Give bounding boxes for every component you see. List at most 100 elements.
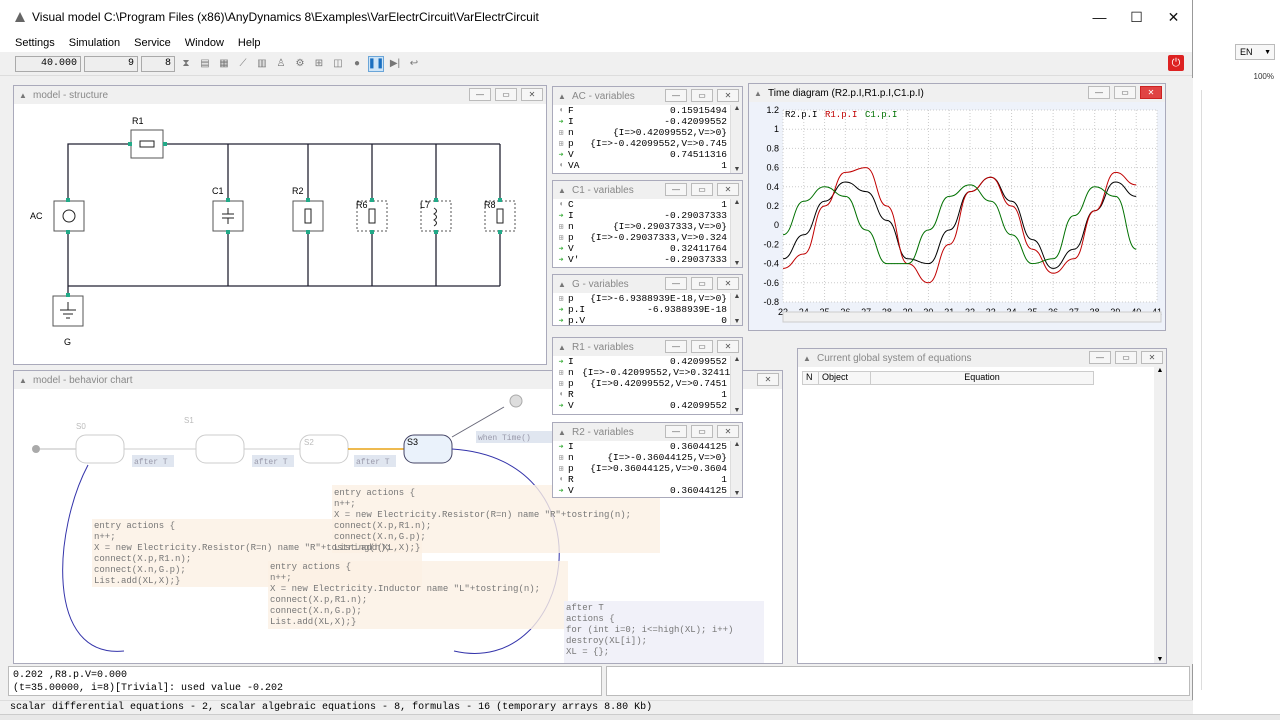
slider-icon[interactable]: ⊞: [311, 56, 327, 72]
var-close-button[interactable]: ✕: [717, 89, 739, 102]
reset-icon[interactable]: ↩: [406, 56, 422, 72]
col-equation[interactable]: Equation: [871, 372, 1093, 384]
structure-close-button[interactable]: ✕: [521, 88, 543, 101]
ac-component[interactable]: [53, 198, 85, 234]
variable-row[interactable]: ⊞ n {I=>0.42099552,V=>0}: [553, 127, 730, 138]
var-maximize-button[interactable]: ▭: [691, 340, 713, 353]
minimize-button[interactable]: —: [1081, 0, 1118, 34]
var-minimize-button[interactable]: —: [665, 425, 687, 438]
variable-row[interactable]: ⊞ p {I=>-6.9388939E-18,V=>0}: [553, 293, 730, 304]
variable-row[interactable]: ➜ p.I -6.9388939E-18: [553, 304, 730, 315]
iter-field[interactable]: 8: [141, 55, 175, 72]
expand-icon[interactable]: ⊞: [556, 139, 566, 149]
pause-icon[interactable]: ❚❚: [368, 55, 384, 72]
r2-component[interactable]: [292, 198, 324, 234]
variable-row[interactable]: ➜ p.V 0: [553, 315, 730, 325]
var-close-button[interactable]: ✕: [717, 425, 739, 438]
var-maximize-button[interactable]: ▭: [691, 425, 713, 438]
variable-row[interactable]: ➜ V' -0.29037333: [553, 254, 730, 265]
eq-close-button[interactable]: ✕: [1141, 351, 1163, 364]
state-s1[interactable]: [195, 434, 245, 464]
view-icon[interactable]: ◫: [330, 56, 346, 72]
variable-row[interactable]: ⊞ p {I=>0.36044125,V=>0.3604: [553, 463, 730, 474]
eq-maximize-button[interactable]: ▭: [1115, 351, 1137, 364]
menu-simulation[interactable]: Simulation: [62, 37, 127, 49]
menu-window[interactable]: Window: [178, 37, 231, 49]
var-minimize-button[interactable]: —: [665, 340, 687, 353]
variable-row[interactable]: ◖ C 1: [553, 199, 730, 210]
variable-row[interactable]: ➜ V 0.42099552: [553, 400, 730, 411]
expand-icon[interactable]: ⊞: [556, 294, 566, 304]
variable-row[interactable]: ⊞ p {I=>-0.29037333,V=>0.324: [553, 232, 730, 243]
time-field[interactable]: 40.000: [15, 55, 81, 72]
eq-minimize-button[interactable]: —: [1089, 351, 1111, 364]
variable-row[interactable]: ◖ R 1: [553, 474, 730, 485]
structure-maximize-button[interactable]: ▭: [495, 88, 517, 101]
structure-minimize-button[interactable]: —: [469, 88, 491, 101]
expand-icon[interactable]: ⊞: [556, 222, 566, 232]
time-maximize-button[interactable]: ▭: [1114, 86, 1136, 99]
variable-row[interactable]: ➜ I -0.29037333: [553, 210, 730, 221]
expand-icon[interactable]: ⊞: [556, 379, 566, 389]
person-icon[interactable]: ♙: [273, 56, 289, 72]
menu-service[interactable]: Service: [127, 37, 178, 49]
variable-row[interactable]: ➜ I 0.36044125: [553, 441, 730, 452]
language-select[interactable]: EN ▼: [1235, 44, 1275, 60]
variable-row[interactable]: ➜ I -0.42099552: [553, 116, 730, 127]
col-object[interactable]: Object: [819, 372, 871, 384]
hourglass-icon[interactable]: ⧗: [178, 56, 194, 72]
close-button[interactable]: ✕: [1155, 0, 1192, 34]
phase-icon[interactable]: ⟋: [235, 56, 251, 72]
menu-settings[interactable]: Settings: [8, 37, 62, 49]
variable-row[interactable]: ◖ R 1: [553, 389, 730, 400]
var-maximize-button[interactable]: ▭: [691, 277, 713, 290]
variable-row[interactable]: ➜ V 0.74511316: [553, 149, 730, 160]
variable-row[interactable]: ⊞ n {I=>-0.36044125,V=>0}: [553, 452, 730, 463]
var-minimize-button[interactable]: —: [665, 89, 687, 102]
variable-row[interactable]: ⊞ p {I=>-0.42099552,V=>0.745: [553, 138, 730, 149]
var-maximize-button[interactable]: ▭: [691, 89, 713, 102]
camera-icon[interactable]: ●: [349, 56, 365, 72]
graph-icon[interactable]: ▦: [216, 56, 232, 72]
step-field[interactable]: 9: [84, 55, 138, 72]
variables-scrollbar[interactable]: ▲ ▼: [730, 105, 742, 173]
gear-icon[interactable]: ⚙: [292, 56, 308, 72]
expand-icon[interactable]: ⊞: [556, 453, 566, 463]
c1-component[interactable]: [212, 198, 244, 234]
bar-chart-icon[interactable]: ▥: [254, 56, 270, 72]
variables-scrollbar[interactable]: ▲ ▼: [730, 293, 742, 325]
variables-scrollbar[interactable]: ▲ ▼: [730, 356, 742, 414]
time-minimize-button[interactable]: —: [1088, 86, 1110, 99]
menu-help[interactable]: Help: [231, 37, 268, 49]
var-close-button[interactable]: ✕: [717, 183, 739, 196]
step-forward-icon[interactable]: ▶|: [387, 56, 403, 72]
variable-row[interactable]: ◖ F 0.15915494: [553, 105, 730, 116]
variable-row[interactable]: ⊞ n {I=>0.29037333,V=>0}: [553, 221, 730, 232]
time-close-button[interactable]: ✕: [1140, 86, 1162, 99]
expand-icon[interactable]: ⊞: [556, 233, 566, 243]
behavior-close-button[interactable]: ✕: [757, 373, 779, 386]
r1-component[interactable]: [128, 129, 167, 159]
maximize-button[interactable]: ☐: [1118, 0, 1155, 34]
var-close-button[interactable]: ✕: [717, 277, 739, 290]
power-icon[interactable]: ⏻: [1168, 55, 1184, 71]
expand-icon[interactable]: ⊞: [556, 128, 566, 138]
variable-row[interactable]: ➜ V 0.32411764: [553, 243, 730, 254]
variable-row[interactable]: ➜ V 0.36044125: [553, 485, 730, 496]
expand-icon[interactable]: ⊞: [556, 368, 566, 378]
col-n[interactable]: N: [803, 372, 819, 384]
variable-row[interactable]: ➜ I 0.42099552: [553, 356, 730, 367]
variable-row[interactable]: ◖ VA 1: [553, 160, 730, 171]
variables-scrollbar[interactable]: ▲ ▼: [730, 199, 742, 267]
state-s0[interactable]: [75, 434, 125, 464]
var-minimize-button[interactable]: —: [665, 277, 687, 290]
var-minimize-button[interactable]: —: [665, 183, 687, 196]
table-icon[interactable]: ▤: [197, 56, 213, 72]
variable-row[interactable]: ⊞ p {I=>0.42099552,V=>0.7451: [553, 378, 730, 389]
variables-scrollbar[interactable]: ▲ ▼: [730, 441, 742, 497]
variable-row[interactable]: ⊞ n {I=>-0.42099552,V=>0.32411: [553, 367, 730, 378]
expand-icon[interactable]: ⊞: [556, 464, 566, 474]
equations-scrollbar[interactable]: ▲ ▼: [1154, 367, 1166, 663]
g-component[interactable]: [52, 293, 84, 327]
var-close-button[interactable]: ✕: [717, 340, 739, 353]
